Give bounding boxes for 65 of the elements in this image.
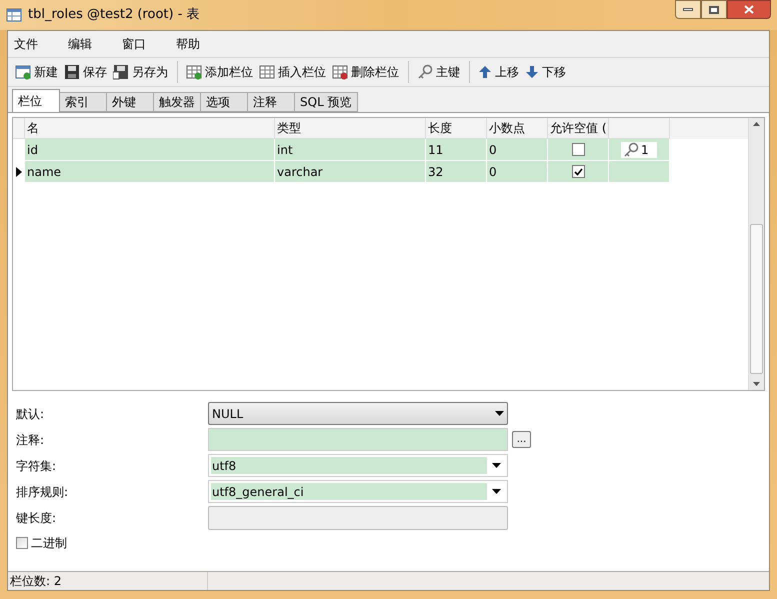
scroll-down-icon [753, 382, 760, 386]
toolbar-button[interactable]: 另存为 [112, 61, 169, 83]
checkbox[interactable] [16, 537, 28, 549]
tab[interactable]: 外键 [106, 92, 154, 112]
menu-item[interactable]: 编辑 [66, 35, 118, 53]
menu-item[interactable]: 窗口 [120, 35, 172, 53]
dropdown-caret-icon [492, 463, 500, 468]
input-field[interactable] [208, 428, 508, 451]
table-cell: name [25, 161, 275, 183]
toolbar-button[interactable]: 上移 [477, 61, 520, 83]
table-add-icon [15, 64, 31, 80]
tab[interactable]: 注释 [247, 92, 295, 112]
toolbar-button[interactable]: 主键 [416, 61, 461, 83]
tab[interactable]: SQL 预览 [294, 92, 358, 112]
scroll-up-icon [753, 122, 760, 126]
checkbox[interactable] [572, 143, 584, 156]
arrow-up-icon [478, 65, 492, 79]
field-label: 默认: [16, 406, 46, 422]
maximize-button[interactable] [701, 0, 727, 19]
window-title: tbl_roles @test2 (root) - 表 [28, 6, 200, 24]
table-cell: int [275, 139, 426, 161]
table-cell: id [25, 139, 275, 161]
table-cell: varchar [275, 161, 426, 183]
check-icon [574, 168, 582, 176]
table-add-icon [186, 64, 202, 80]
toolbar-button[interactable]: 删除栏位 [331, 61, 400, 83]
table-icon [6, 7, 22, 23]
menu-item[interactable]: 文件 [12, 35, 64, 53]
field-label: 字符集: [16, 458, 58, 474]
table-cell: 32 [426, 161, 487, 183]
dropdown-caret-icon [492, 489, 500, 494]
tab[interactable]: 触发器 [153, 92, 201, 112]
status-text: 栏位数: 2 [8, 572, 208, 590]
toolbar-button[interactable]: 新建 [14, 61, 59, 83]
key-icon [623, 142, 639, 158]
tab[interactable]: 索引 [59, 92, 107, 112]
toolbar-button[interactable]: 插入栏位 [258, 61, 327, 83]
ellipsis-button[interactable]: ... [512, 431, 531, 448]
dropdown-caret-icon [495, 411, 504, 416]
toolbar-button[interactable]: 保存 [63, 61, 108, 83]
table-icon [259, 64, 275, 80]
combo-box[interactable]: utf8_general_ci [208, 480, 508, 503]
combo-box[interactable]: utf8 [208, 454, 508, 477]
primary-key-badge: 1 [621, 142, 657, 158]
table-delete-icon [332, 64, 348, 80]
checkbox-label: 二进制 [31, 535, 67, 552]
dropdown[interactable]: NULL [208, 402, 508, 425]
vertical-scrollbar[interactable] [748, 118, 764, 390]
key-icon [417, 64, 433, 80]
arrow-down-icon [525, 65, 539, 79]
toolbar-button[interactable]: 添加栏位 [185, 61, 254, 83]
tab[interactable]: 栏位 [12, 89, 60, 112]
menu-item[interactable]: 帮助 [174, 35, 226, 53]
table-cell: 11 [426, 139, 487, 161]
toolbar-button[interactable]: 下移 [524, 61, 567, 83]
close-button[interactable] [727, 0, 771, 19]
close-icon [744, 5, 754, 14]
table-cell: 0 [487, 161, 548, 183]
field-label: 注释: [16, 432, 46, 448]
tab[interactable]: 选项 [200, 92, 248, 112]
field-label: 排序规则: [16, 484, 70, 500]
table-cell: 0 [487, 139, 548, 161]
minimize-button[interactable] [675, 0, 701, 19]
field-label: 键长度: [16, 510, 58, 526]
checkbox[interactable] [572, 165, 584, 178]
